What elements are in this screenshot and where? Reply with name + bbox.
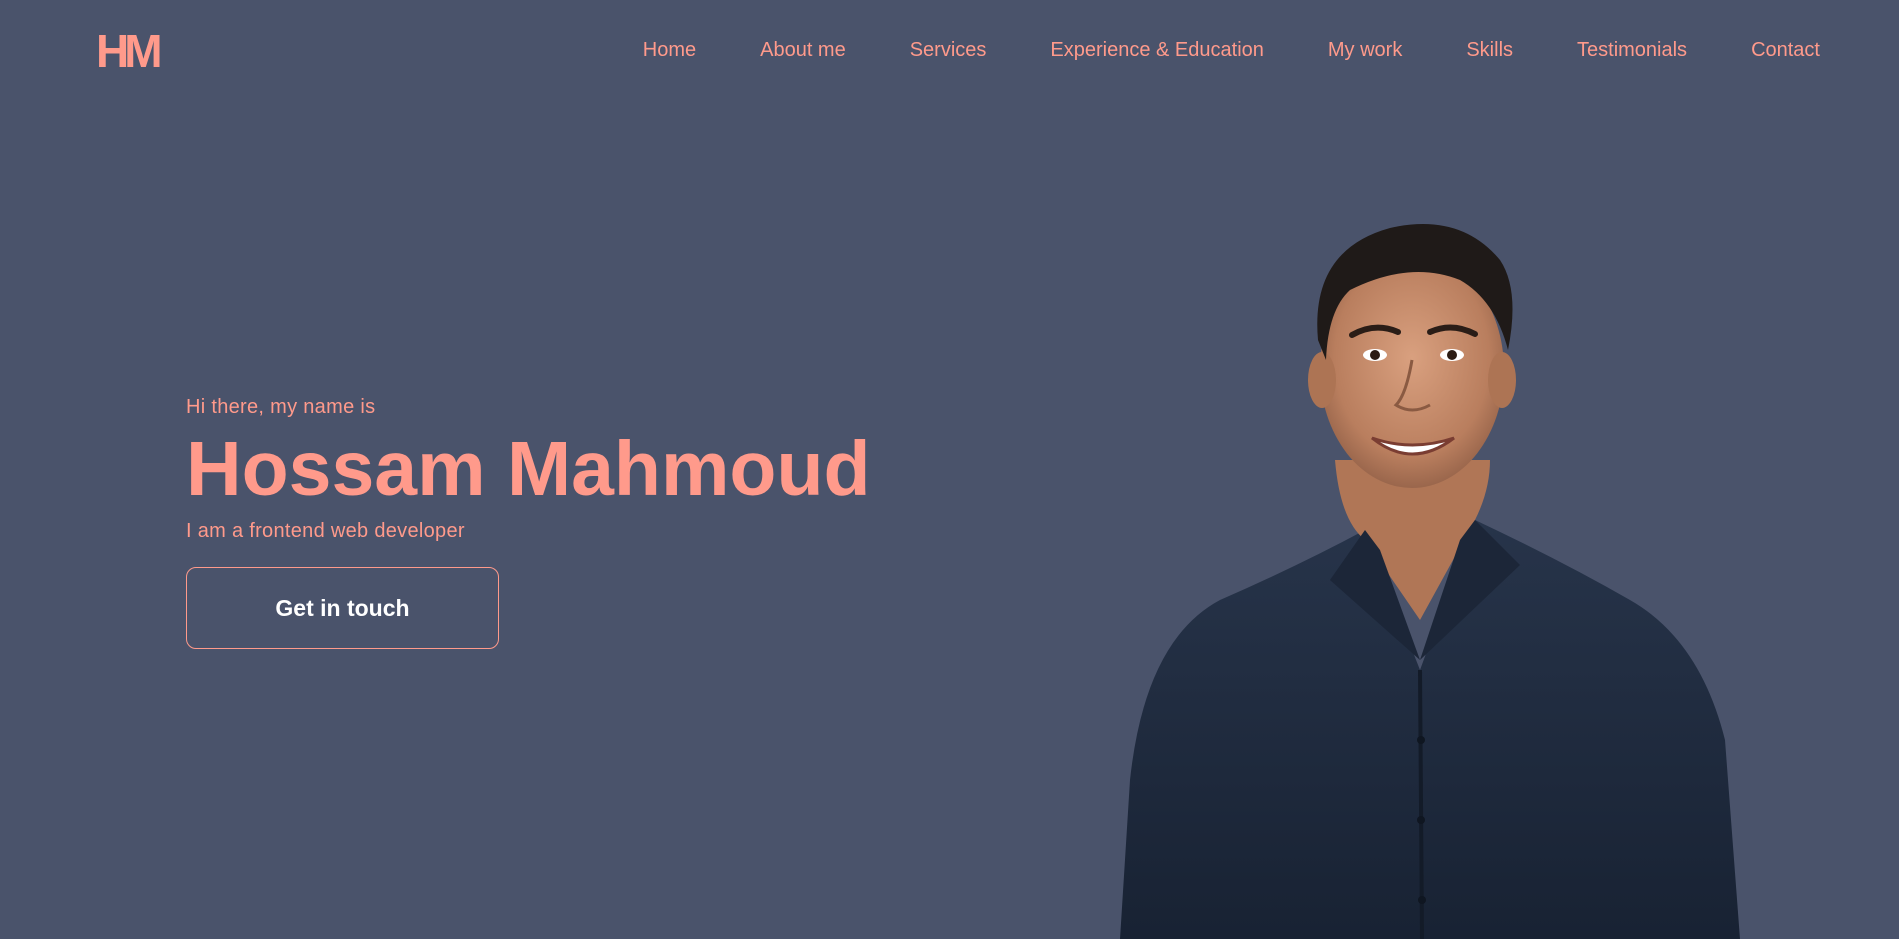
nav-link-skills[interactable]: Skills bbox=[1466, 38, 1513, 62]
nav-link-about-me[interactable]: About me bbox=[760, 38, 846, 62]
hero-section: Hi there, my name is Hossam Mahmoud I am… bbox=[186, 395, 871, 649]
nav-link-contact[interactable]: Contact bbox=[1751, 38, 1820, 62]
top-navigation: HM Home About me Services Experience & E… bbox=[0, 0, 1899, 100]
get-in-touch-button[interactable]: Get in touch bbox=[186, 567, 499, 649]
hero-name: Hossam Mahmoud bbox=[186, 426, 871, 512]
nav-link-home[interactable]: Home bbox=[643, 38, 696, 62]
nav-link-testimonials[interactable]: Testimonials bbox=[1577, 38, 1687, 62]
nav-link-my-work[interactable]: My work bbox=[1328, 38, 1402, 62]
nav-link-experience-education[interactable]: Experience & Education bbox=[1050, 38, 1263, 62]
logo[interactable]: HM bbox=[96, 28, 163, 74]
portrait-photo bbox=[1120, 224, 1740, 939]
hero-role: I am a frontend web developer bbox=[186, 520, 465, 542]
hero-greeting: Hi there, my name is bbox=[186, 396, 376, 418]
nav-link-services[interactable]: Services bbox=[910, 38, 987, 62]
nav-links: Home About me Services Experience & Educ… bbox=[643, 38, 1820, 62]
